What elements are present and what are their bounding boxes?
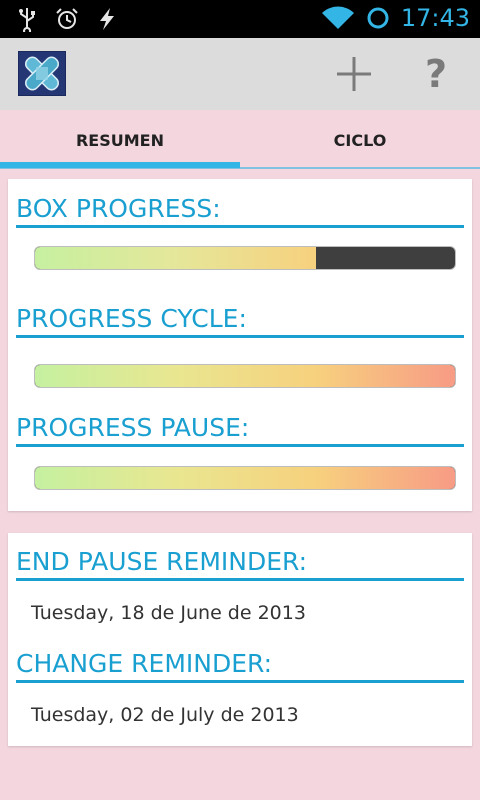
box-progress-fill [35,247,317,269]
help-icon: ? [424,52,448,96]
bandage-icon [19,52,65,95]
change-reminder-title: CHANGE REMINDER: [16,649,273,678]
change-reminder-date[interactable]: Tuesday, 02 de July de 2013 [31,704,299,726]
usb-icon [19,8,35,32]
progress-pause-title: PROGRESS PAUSE: [16,413,250,442]
alarm-icon [56,8,78,29]
tab-resumen[interactable]: RESUMEN [0,110,240,170]
reminders-card: END PAUSE REMINDER: Tuesday, 18 de June … [8,533,472,746]
progress-pause-bar [34,466,456,490]
tab-selected-indicator [0,162,240,168]
section-divider [16,225,464,228]
box-progress-title: BOX PROGRESS: [16,194,221,223]
tab-ciclo[interactable]: CICLO [240,110,480,170]
app-logo[interactable] [18,51,66,96]
progress-cycle-fill [35,365,455,387]
plus-icon [337,57,371,91]
charging-icon [100,8,114,30]
add-button[interactable] [332,52,376,96]
section-divider [16,680,464,683]
status-bar: 17:43 [0,0,480,38]
help-button[interactable]: ? [414,52,458,96]
progress-cycle-title: PROGRESS CYCLE: [16,304,247,333]
tab-bar: RESUMEN CICLO [0,110,480,170]
section-divider [16,578,464,581]
progress-cycle-bar [34,364,456,388]
progress-pause-fill [35,467,455,489]
end-pause-reminder-title: END PAUSE REMINDER: [16,547,308,576]
sync-icon [367,7,389,29]
progress-card: BOX PROGRESS: PROGRESS CYCLE: PROGRESS P… [8,179,472,511]
action-bar: ? [0,38,480,111]
wifi-icon [321,6,354,29]
section-divider [16,444,464,447]
section-divider [16,335,464,338]
box-progress-bar [34,246,456,270]
status-time: 17:43 [400,4,470,32]
end-pause-reminder-date[interactable]: Tuesday, 18 de June de 2013 [31,602,306,624]
